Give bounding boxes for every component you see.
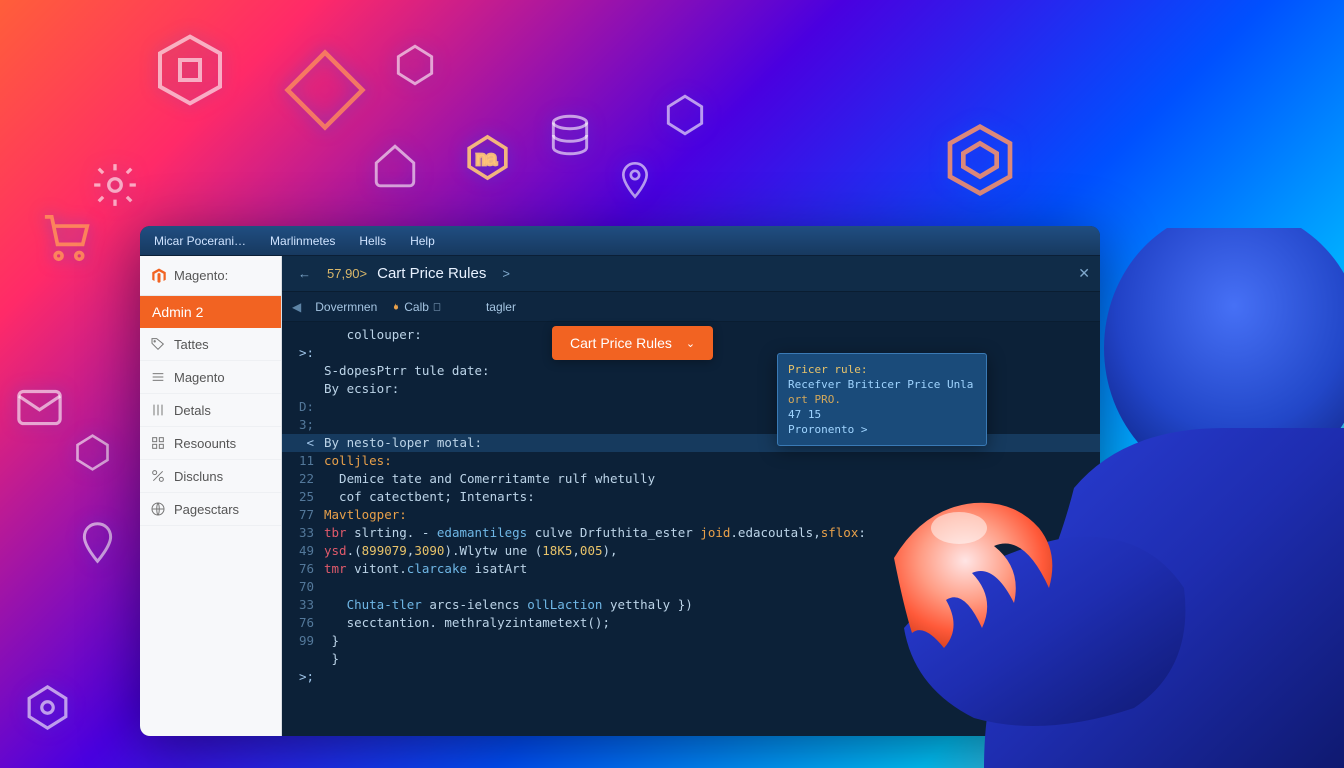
line-gutter xyxy=(296,380,324,398)
code-text: Demice tate and Comerritamte rulf whetul… xyxy=(324,470,655,488)
doc-icon xyxy=(432,302,442,312)
line-gutter: D: xyxy=(296,398,324,416)
tab-dovermnen[interactable]: Dovermnen xyxy=(315,300,377,314)
line-gutter: >; xyxy=(296,668,324,686)
code-text: cof catectbent; Intenarts: xyxy=(324,488,535,506)
sidebar-item-resoounts[interactable]: Resoounts xyxy=(140,427,281,460)
cart-price-rules-dropdown[interactable]: Cart Price Rules ⌄ xyxy=(552,326,713,360)
sidebar-item-label: Detals xyxy=(174,403,211,418)
app-window: Micar Pocerani… Marlinmetes Hells Help M… xyxy=(140,226,1100,736)
line-gutter: 99 xyxy=(296,632,324,650)
code-line[interactable]: 22 Demice tate and Comerritamte rulf whe… xyxy=(282,470,1100,488)
sidebar-item-discluns[interactable]: Discluns xyxy=(140,460,281,493)
line-gutter: < xyxy=(296,434,324,452)
dropdown-label: Cart Price Rules xyxy=(570,335,672,351)
tab-bar: ◀ Dovermnen Calb tagler xyxy=(282,292,1100,322)
line-gutter: 49 xyxy=(296,542,324,560)
line-gutter: 70 xyxy=(296,578,324,596)
main-panel: ← 57,90> Cart Price Rules > ✕ ◀ Dovermne… xyxy=(282,256,1100,736)
code-text: secctantion. methralyzintametext(); xyxy=(324,614,610,632)
code-line[interactable]: 33 Chuta-tler arcs-ielencs ollLaction ye… xyxy=(282,596,1100,614)
breadcrumb-bar: ← 57,90> Cart Price Rules > ✕ xyxy=(282,256,1100,292)
sidebar-item-tattes[interactable]: Tattes xyxy=(140,328,281,361)
code-text: tbr slrting. - edamantilegs culve Drfuth… xyxy=(324,524,866,542)
close-button[interactable]: ✕ xyxy=(1078,265,1090,282)
code-line[interactable]: 76 secctantion. methralyzintametext(); xyxy=(282,614,1100,632)
line-gutter: 22 xyxy=(296,470,324,488)
code-text: Chuta-tler arcs-ielencs ollLaction yetth… xyxy=(324,596,693,614)
line-gutter xyxy=(296,326,324,344)
line-gutter: 33 xyxy=(296,524,324,542)
code-text: collouper: xyxy=(324,326,422,344)
magento-icon xyxy=(150,267,168,285)
sidebar-item-label: Magento xyxy=(174,370,225,385)
code-text: Mavtlogper: xyxy=(324,506,407,524)
code-line[interactable]: 49ysd.(899079,3090).Wlytw une (18K5,005)… xyxy=(282,542,1100,560)
breadcrumb-number: 57,90> xyxy=(327,266,367,281)
sidebar-item-label: Discluns xyxy=(174,469,223,484)
sidebar-item-magento[interactable]: Magento xyxy=(140,361,281,394)
grid-icon xyxy=(150,435,166,451)
code-line[interactable]: >; xyxy=(282,668,1100,686)
breadcrumb-title: Cart Price Rules xyxy=(377,265,486,282)
sidebar-header: Admin 2 xyxy=(140,296,281,328)
flame-icon xyxy=(391,302,401,312)
code-line[interactable]: 99 } xyxy=(282,632,1100,650)
sidebar-item-details[interactable]: Detals xyxy=(140,394,281,427)
line-gutter: 76 xyxy=(296,614,324,632)
brand-text: Magento: xyxy=(174,268,228,283)
code-line[interactable]: 77Mavtlogper: xyxy=(282,506,1100,524)
tab-calb[interactable]: Calb xyxy=(391,300,442,314)
tab-prev-button[interactable]: ◀ xyxy=(292,300,301,314)
sidebar-item-label: Resoounts xyxy=(174,436,236,451)
line-gutter: 76 xyxy=(296,560,324,578)
list-icon xyxy=(150,369,166,385)
line-gutter: 25 xyxy=(296,488,324,506)
sidebar-item-label: Tattes xyxy=(174,337,209,352)
sidebar: Magento: Admin 2 Tattes Magento Detals R… xyxy=(140,256,282,736)
line-gutter xyxy=(296,362,324,380)
line-gutter xyxy=(296,650,324,668)
menu-item[interactable]: Help xyxy=(410,234,435,248)
nav-forward-button[interactable]: > xyxy=(496,264,516,283)
percent-icon xyxy=(150,468,166,484)
sidebar-item-label: Pagesctars xyxy=(174,502,239,517)
code-text: } xyxy=(324,650,339,668)
code-line[interactable]: 11colljles: xyxy=(282,452,1100,470)
code-text: S-dopesPtrr tule date: xyxy=(324,362,490,380)
menu-item[interactable]: Marlinmetes xyxy=(270,234,335,248)
tab-tagler[interactable]: tagler xyxy=(486,300,516,314)
chevron-down-icon: ⌄ xyxy=(686,337,695,350)
menubar: Micar Pocerani… Marlinmetes Hells Help xyxy=(140,226,1100,256)
line-gutter: 77 xyxy=(296,506,324,524)
menu-item[interactable]: Hells xyxy=(359,234,386,248)
nav-back-button[interactable]: ← xyxy=(292,264,317,283)
code-text: By ecsior: xyxy=(324,380,399,398)
tag-icon xyxy=(150,336,166,352)
code-line[interactable]: 25 cof catectbent; Intenarts: xyxy=(282,488,1100,506)
sidebar-item-pagesctars[interactable]: Pagesctars xyxy=(140,493,281,526)
code-text: } xyxy=(324,632,339,650)
line-gutter: 11 xyxy=(296,452,324,470)
sliders-icon xyxy=(150,402,166,418)
svg-text:na: na xyxy=(476,147,497,168)
code-line[interactable]: 33tbr slrting. - edamantilegs culve Drfu… xyxy=(282,524,1100,542)
code-line[interactable]: } xyxy=(282,650,1100,668)
brand-logo: Magento: xyxy=(140,256,281,296)
code-line[interactable]: 76tmr vitont.clarcake isatArt xyxy=(282,560,1100,578)
code-text: colljles: xyxy=(324,452,392,470)
globe-icon xyxy=(150,501,166,517)
code-line[interactable]: 70 xyxy=(282,578,1100,596)
line-gutter: 3; xyxy=(296,416,324,434)
code-text: By nesto-loper motal: xyxy=(324,434,482,452)
code-text: tmr vitont.clarcake isatArt xyxy=(324,560,527,578)
line-gutter: 33 xyxy=(296,596,324,614)
line-gutter: >: xyxy=(296,344,324,362)
hover-tooltip: Pricer rule: Recefver Briticer Price Unl… xyxy=(777,353,987,446)
menu-item[interactable]: Micar Pocerani… xyxy=(154,234,246,248)
code-text: ysd.(899079,3090).Wlytw une (18K5,005), xyxy=(324,542,618,560)
